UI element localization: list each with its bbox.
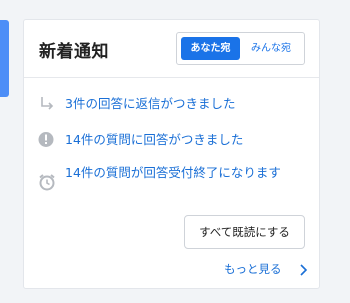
reply-arrow-icon (38, 95, 56, 113)
notification-item-closing[interactable]: 14件の質問が回答受付終了になります (38, 163, 308, 203)
see-more-link[interactable]: もっと見る (224, 260, 309, 278)
mark-all-read-button[interactable]: すべて既読にする (184, 215, 305, 249)
left-accent-bar (0, 20, 9, 97)
see-more-label: もっと見る (224, 262, 282, 276)
notification-text: 3件の回答に返信がつきました (65, 96, 236, 111)
card-title: 新着通知 (39, 42, 109, 62)
card-header: 新着通知 あなた宛 みんな宛 (24, 20, 319, 78)
tab-for-you[interactable]: あなた宛 (181, 37, 240, 60)
tab-for-everyone[interactable]: みんな宛 (241, 37, 301, 60)
exclamation-circle-icon (38, 131, 56, 149)
notification-item-replies[interactable]: 3件の回答に返信がつきました (38, 94, 308, 114)
alarm-clock-icon (38, 173, 56, 191)
notification-text: 14件の質問が回答受付終了になります (65, 165, 281, 180)
chevron-right-icon (299, 263, 309, 281)
recipient-toggle: あなた宛 みんな宛 (176, 32, 305, 65)
notification-item-answers[interactable]: 14件の質問に回答がつきました (38, 130, 308, 150)
notification-card: 新着通知 あなた宛 みんな宛 3件の回答に返信がつきました 14件の質問に回答が… (23, 19, 320, 289)
notification-text: 14件の質問に回答がつきました (65, 132, 244, 147)
